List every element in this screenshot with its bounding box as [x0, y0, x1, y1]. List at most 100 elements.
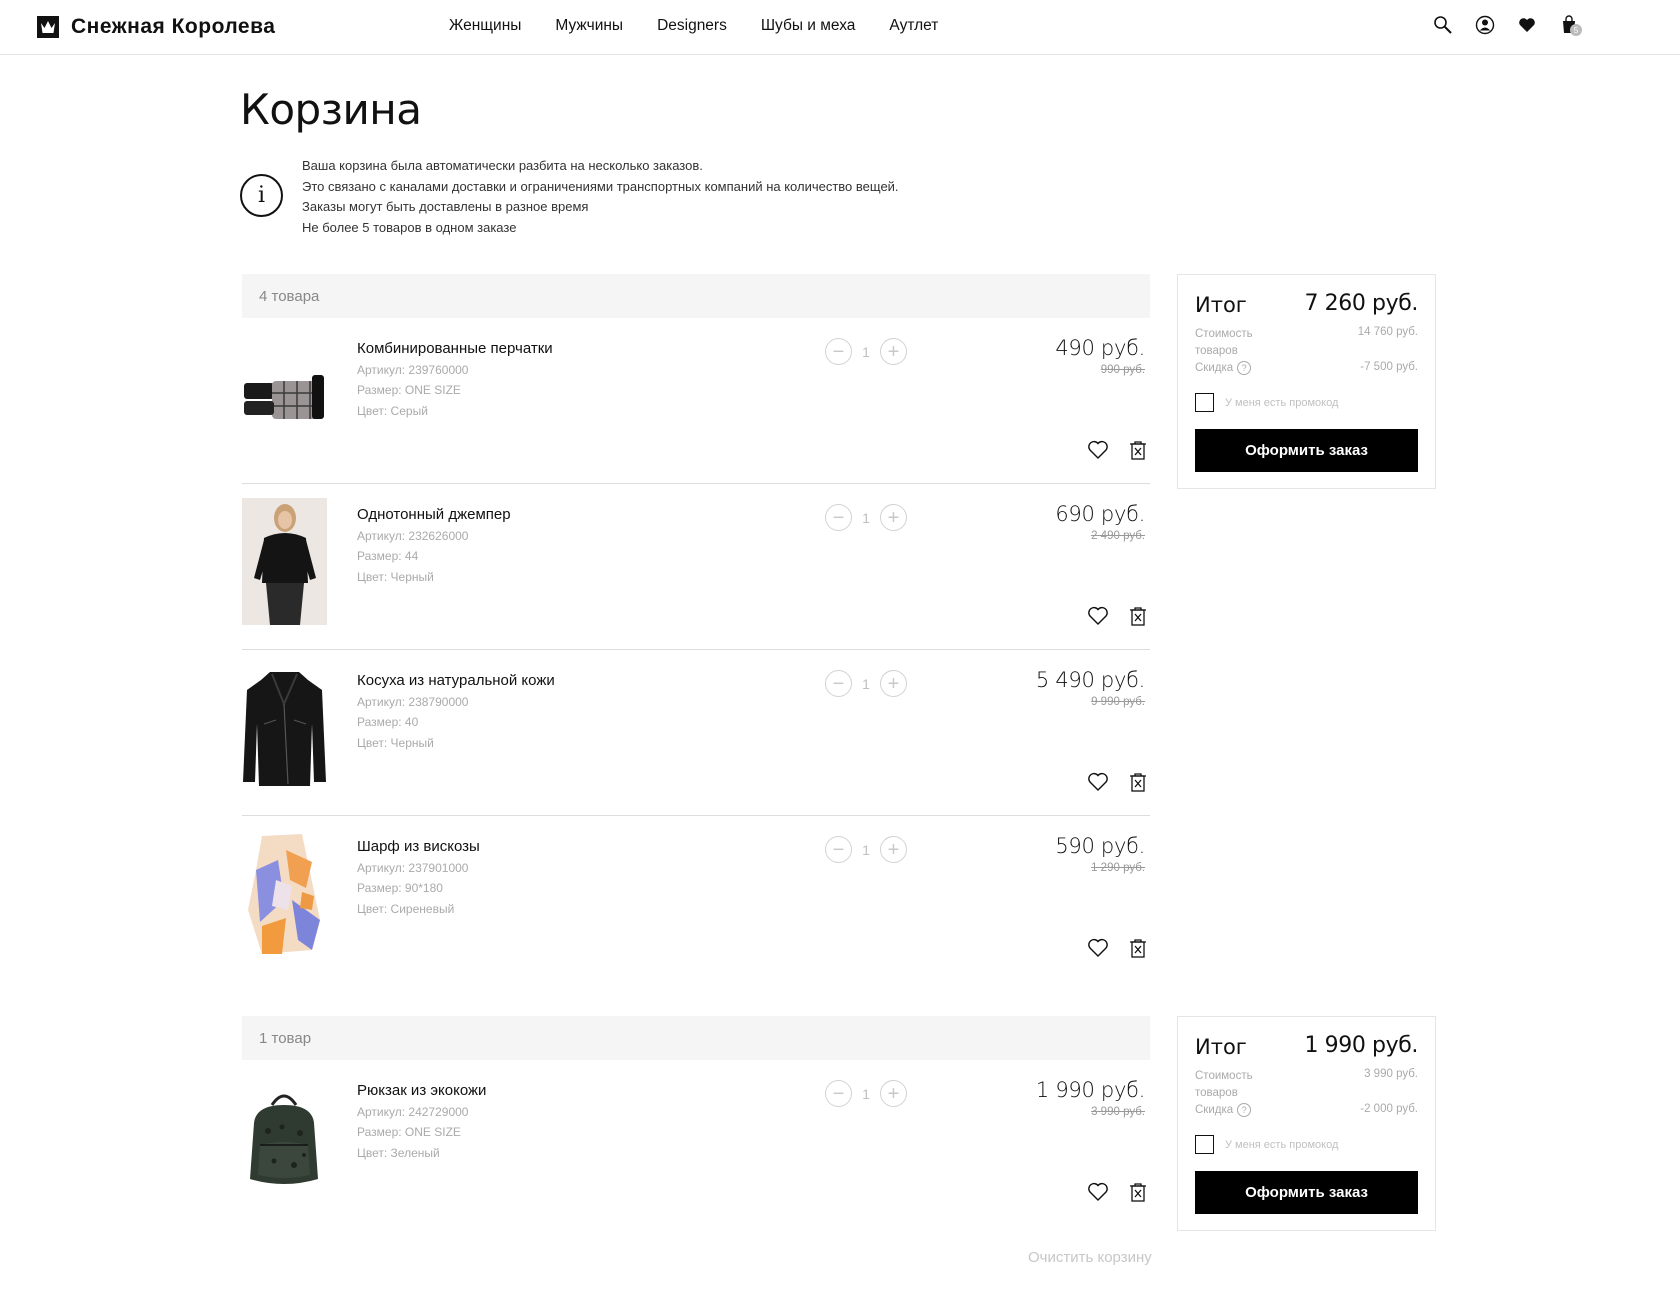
product-image[interactable]	[242, 830, 327, 957]
product-image[interactable]	[242, 664, 327, 791]
product-size: Размер: 44	[357, 549, 419, 564]
cart-item: Однотонный джемпер Артикул: 232626000 Ра…	[242, 484, 1150, 650]
decrease-quantity-button[interactable]: −	[825, 670, 852, 697]
crown-icon	[37, 16, 59, 38]
increase-quantity-button[interactable]: +	[880, 338, 907, 365]
promo-checkbox[interactable]	[1195, 1135, 1214, 1154]
product-article: Артикул: 238790000	[357, 695, 469, 709]
item-actions	[1086, 1180, 1150, 1204]
summary-cost-value: 3 990 руб.	[1364, 1068, 1418, 1080]
quantity-stepper: − 1 +	[825, 338, 907, 365]
discount-label-text: Скидка	[1195, 1104, 1234, 1116]
brand-name: Снежная Королева	[71, 15, 276, 38]
add-to-favorites-heart-icon[interactable]	[1086, 936, 1110, 960]
promo-code-toggle[interactable]: У меня есть промокод	[1195, 1135, 1338, 1154]
quantity-value: 1	[862, 1085, 870, 1102]
order-summary: Итог 7 260 руб. Стоимость товаров 14 760…	[1177, 274, 1436, 489]
promo-checkbox[interactable]	[1195, 393, 1214, 412]
product-old-price: 1 290 руб.	[1091, 862, 1145, 874]
quantity-stepper: − 1 +	[825, 1080, 907, 1107]
add-to-favorites-heart-icon[interactable]	[1086, 770, 1110, 794]
product-image[interactable]	[242, 332, 327, 459]
product-price: 1 990 руб.	[1035, 1078, 1145, 1102]
main-nav: Женщины Мужчины Designers Шубы и меха Ау…	[449, 17, 938, 35]
summary-cost-label: Стоимость товаров	[1195, 1070, 1253, 1099]
delete-trash-icon[interactable]	[1126, 1180, 1150, 1204]
product-name[interactable]: Шарф из вискозы	[357, 838, 480, 855]
delete-trash-icon[interactable]	[1126, 604, 1150, 628]
product-price: 490 руб.	[1055, 336, 1145, 360]
checkout-button[interactable]: Оформить заказ	[1195, 1171, 1418, 1214]
info-text: Ваша корзина была автоматически разбита …	[302, 156, 899, 238]
increase-quantity-button[interactable]: +	[880, 836, 907, 863]
quantity-value: 1	[862, 509, 870, 526]
product-old-price: 3 990 руб.	[1091, 1106, 1145, 1118]
quantity-value: 1	[862, 343, 870, 360]
search-icon[interactable]	[1432, 14, 1454, 36]
item-actions	[1086, 604, 1150, 628]
item-actions	[1086, 770, 1150, 794]
nav-outlet[interactable]: Аутлет	[889, 17, 938, 35]
cart-item: Косуха из натуральной кожи Артикул: 2387…	[242, 650, 1150, 816]
delete-trash-icon[interactable]	[1126, 438, 1150, 462]
help-question-icon[interactable]: ?	[1237, 1103, 1252, 1117]
nav-women[interactable]: Женщины	[449, 17, 521, 35]
cart-item: Шарф из вискозы Артикул: 237901000 Разме…	[242, 816, 1150, 982]
increase-quantity-button[interactable]: +	[880, 504, 907, 531]
product-name[interactable]: Рюкзак из экокожи	[357, 1082, 486, 1099]
product-size: Размер: 40	[357, 715, 419, 730]
clear-cart-link[interactable]: Очистить корзину	[1028, 1249, 1152, 1266]
increase-quantity-button[interactable]: +	[880, 670, 907, 697]
info-notice: i Ваша корзина была автоматически разбит…	[240, 156, 899, 238]
product-name[interactable]: Комбинированные перчатки	[357, 340, 553, 357]
item-actions	[1086, 438, 1150, 462]
product-color: Цвет: Серый	[357, 403, 428, 418]
logo[interactable]: Снежная Королева	[37, 15, 275, 39]
quantity-stepper: − 1 +	[825, 836, 907, 863]
product-meta: Артикул: 232626000 Размер: 44 Цвет: Черн…	[357, 526, 468, 587]
product-name[interactable]: Косуха из натуральной кожи	[357, 672, 555, 689]
promo-code-toggle[interactable]: У меня есть промокод	[1195, 393, 1338, 412]
product-image[interactable]	[242, 498, 327, 625]
favorites-icon[interactable]	[1516, 14, 1538, 36]
promo-label: У меня есть промокод	[1225, 396, 1339, 409]
product-old-price: 9 990 руб.	[1091, 696, 1145, 708]
summary-discount-label: Скидка ?	[1195, 1103, 1252, 1117]
decrease-quantity-button[interactable]: −	[825, 504, 852, 531]
checkout-button[interactable]: Оформить заказ	[1195, 429, 1418, 472]
product-image[interactable]	[242, 1074, 327, 1201]
product-meta: Артикул: 237901000 Размер: 90*180 Цвет: …	[357, 858, 468, 919]
cart-icon[interactable]: 5	[1558, 14, 1582, 36]
quantity-value: 1	[862, 841, 870, 858]
account-icon[interactable]	[1474, 14, 1496, 36]
decrease-quantity-button[interactable]: −	[825, 338, 852, 365]
increase-quantity-button[interactable]: +	[880, 1080, 907, 1107]
summary-title: Итог	[1195, 1035, 1247, 1059]
nav-designers[interactable]: Designers	[657, 17, 727, 35]
product-color: Цвет: Зеленый	[357, 1145, 440, 1160]
product-old-price: 2 490 руб.	[1091, 530, 1145, 542]
summary-total: 7 260 руб.	[1304, 291, 1418, 316]
add-to-favorites-heart-icon[interactable]	[1086, 438, 1110, 462]
summary-discount-value: -7 500 руб.	[1360, 361, 1418, 373]
summary-cost-label: Стоимость товаров	[1195, 328, 1253, 357]
delete-trash-icon[interactable]	[1126, 936, 1150, 960]
cart-item: Рюкзак из экокожи Артикул: 242729000 Раз…	[242, 1060, 1150, 1226]
summary-cost-value: 14 760 руб.	[1357, 326, 1418, 338]
cart-item: Комбинированные перчатки Артикул: 239760…	[242, 318, 1150, 484]
add-to-favorites-heart-icon[interactable]	[1086, 604, 1110, 628]
decrease-quantity-button[interactable]: −	[825, 1080, 852, 1107]
decrease-quantity-button[interactable]: −	[825, 836, 852, 863]
discount-label-text: Скидка	[1195, 362, 1234, 374]
order-group-header: 1 товар	[242, 1016, 1150, 1060]
product-meta: Артикул: 238790000 Размер: 40 Цвет: Черн…	[357, 692, 468, 753]
info-line: Не более 5 товаров в одном заказе	[302, 219, 517, 235]
nav-men[interactable]: Мужчины	[555, 17, 623, 35]
delete-trash-icon[interactable]	[1126, 770, 1150, 794]
add-to-favorites-heart-icon[interactable]	[1086, 1180, 1110, 1204]
nav-furs[interactable]: Шубы и меха	[761, 17, 856, 35]
help-question-icon[interactable]: ?	[1237, 361, 1252, 375]
promo-label: У меня есть промокод	[1225, 1138, 1339, 1151]
product-name[interactable]: Однотонный джемпер	[357, 506, 511, 523]
product-size: Размер: ONE SIZE	[357, 1125, 461, 1140]
